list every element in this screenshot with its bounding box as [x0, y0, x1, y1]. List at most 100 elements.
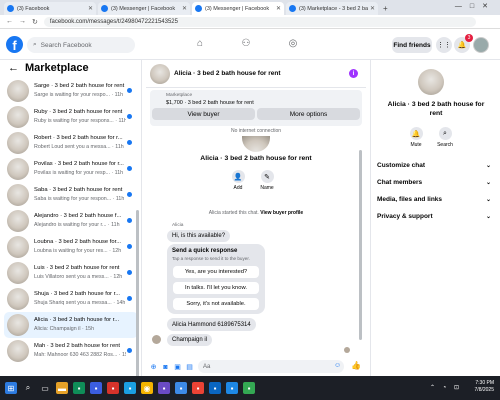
view-buyer-button[interactable]: View buyer — [152, 108, 255, 120]
close-tab-icon[interactable]: ✕ — [88, 5, 93, 12]
listing-thumbnail — [7, 106, 29, 128]
system-tray-icons[interactable]: ⌃ ◔ ⊡ — [430, 384, 462, 391]
window-controls[interactable]: —□✕ — [455, 2, 496, 10]
conversation-item-saba[interactable]: Saba · 3 bed 2 bath house for rent Saba i… — [4, 182, 138, 208]
plus-icon[interactable]: ⊕ — [149, 363, 158, 371]
conversation-item-povilas[interactable]: Povilas · 3 bed 2 bath house for r... Pov… — [4, 156, 138, 182]
sidebar-scrollbar[interactable] — [136, 210, 139, 376]
conversation-item-shuja[interactable]: Shuja · 3 bed 2 bath house for r... Shuja… — [4, 286, 138, 312]
app-icon[interactable]: ▪ — [73, 382, 85, 394]
info-icon[interactable]: i — [349, 69, 358, 78]
menu-media-files-links[interactable]: Media, files and links ⌄ — [377, 193, 491, 205]
menu-customize-chat[interactable]: Customize chat ⌄ — [377, 159, 491, 171]
unread-dot — [127, 140, 132, 145]
browser-tab-2[interactable]: (3) Messenger | Facebook ✕ — [98, 2, 190, 15]
app-icon[interactable]: ▪ — [209, 382, 221, 394]
conversation-item-luis[interactable]: Luis · 3 bed 2 bath house for rent Luis V… — [4, 260, 138, 286]
message-bubble: Alicia Hammond 6189675314 — [167, 318, 256, 331]
message-input[interactable]: Aa — [198, 360, 344, 373]
marketplace-sidebar: ← Marketplace Sarge · 3 bed 2 bath house … — [0, 60, 142, 376]
close-tab-icon[interactable]: ✕ — [276, 5, 281, 12]
search-action[interactable]: ⌕ Search — [434, 127, 456, 148]
address-bar: ← → ↻ facebook.com/messages/t/2498047222… — [0, 15, 500, 29]
app-icon[interactable]: ▪ — [90, 382, 102, 394]
conversation-item-alejandro[interactable]: Alejandro · 3 bed 2 bath house f... Aleja… — [4, 208, 138, 234]
windows-taskbar: ⊞ ⌕ ▭ ▬ ▪ ▪ ▪ ▪ ◉ ▪ ▪ ▪ ▪ ▪ ▪ ⌃ ◔ ⊡ 7:30… — [0, 376, 500, 400]
app-icon[interactable]: ▪ — [243, 382, 255, 394]
chrome-icon[interactable]: ◉ — [141, 382, 153, 394]
sender-name: Alicia — [172, 223, 184, 228]
gif-icon[interactable]: ▤ — [185, 363, 194, 371]
listing-thumbnail — [7, 80, 29, 102]
home-icon[interactable]: ⌂ — [193, 38, 207, 49]
find-friends-button[interactable]: Find friends — [392, 37, 432, 53]
forward-icon[interactable]: → — [19, 18, 26, 25]
name-action[interactable]: ✎ Name — [257, 170, 277, 191]
quick-response-card: Send a quick response Tap a response to … — [167, 244, 265, 314]
search-input[interactable]: ⌕ Search Facebook — [27, 37, 135, 53]
groups-icon[interactable]: ◎ — [286, 38, 300, 49]
facebook-header: f ⌕ Search Facebook ⌂ ⚇ ◎ Find friends ⋮⋮… — [0, 30, 500, 60]
browser-tab-3[interactable]: (3) Messenger | Facebook ✕ — [192, 2, 284, 15]
reload-icon[interactable]: ↻ — [32, 18, 38, 26]
app-icon[interactable]: ▪ — [124, 382, 136, 394]
chat-scrollbar[interactable] — [359, 150, 362, 340]
file-explorer-icon[interactable]: ▬ — [56, 382, 68, 394]
unread-dot — [127, 88, 132, 93]
camera-icon[interactable]: ◙ — [161, 364, 170, 371]
quick-response-button[interactable]: In talks. I'll let you know. — [173, 282, 259, 294]
emoji-icon[interactable]: ☺ — [334, 362, 341, 369]
chat-avatar[interactable] — [150, 64, 170, 84]
back-arrow-icon[interactable]: ← — [8, 62, 19, 74]
browser-tab-4[interactable]: (3) Marketplace - 3 bed 2 bath h✕ — [286, 2, 378, 15]
conversation-item-ruby[interactable]: Ruby · 3 bed 2 bath house for rent Ruby i… — [4, 104, 138, 130]
add-action[interactable]: 👤 Add — [228, 170, 248, 191]
start-menu-icon[interactable]: ⊞ — [5, 382, 17, 394]
conversation-item-mah[interactable]: Mah · 3 bed 2 bath house for rent Mah: Ma… — [4, 338, 138, 364]
app-icon[interactable]: ▪ — [107, 382, 119, 394]
listing-thumbnail — [7, 184, 29, 206]
menu-privacy-support[interactable]: Privacy & support ⌄ — [377, 210, 491, 222]
facebook-favicon-icon — [289, 5, 296, 12]
mute-action[interactable]: 🔔 Mute — [405, 127, 427, 148]
more-options-button[interactable]: More options — [257, 108, 360, 120]
unread-dot — [127, 270, 132, 275]
conversation-item-alicia[interactable]: Alicia · 3 bed 2 bath house for r... Alic… — [4, 312, 138, 338]
chat-profile-title: Alicia · 3 bed 2 bath house for rent — [200, 155, 312, 162]
conversation-item-sarge[interactable]: Sarge · 3 bed 2 bath house for rent Sarge… — [4, 78, 138, 104]
quick-response-button[interactable]: Yes, are you interested? — [173, 266, 259, 278]
close-tab-icon[interactable]: ✕ — [370, 5, 375, 12]
browser-tab-1[interactable]: (3) Facebook ✕ — [4, 2, 96, 15]
unread-dot — [127, 296, 132, 301]
browser-tab-bar: (3) Facebook ✕ (3) Messenger | Facebook ✕ … — [0, 0, 500, 15]
conversation-item-robert[interactable]: Robert · 3 bed 2 bath house for r... Robe… — [4, 130, 138, 156]
search-icon[interactable]: ⌕ — [22, 382, 34, 394]
listing-thumbnail — [7, 236, 29, 258]
clock[interactable]: 7:30 PM 7/8/2025 — [475, 380, 494, 394]
new-tab-icon[interactable]: + — [383, 2, 388, 15]
menu-chat-members[interactable]: Chat members ⌄ — [377, 176, 491, 188]
quick-response-button[interactable]: Sorry, it's not available. — [173, 298, 259, 310]
conversation-item-loubna[interactable]: Loubna · 3 bed 2 bath house for... Loubna… — [4, 234, 138, 260]
close-tab-icon[interactable]: ✕ — [182, 5, 187, 12]
conversation-list: Sarge · 3 bed 2 bath house for rent Sarge… — [0, 78, 141, 364]
unread-dot — [127, 114, 132, 119]
menu-grid-icon[interactable]: ⋮⋮ — [436, 37, 452, 53]
message-composer: ⊕ ◙ ▣ ▤ Aa ☺ 👍 — [146, 358, 366, 376]
app-icon[interactable]: ▪ — [226, 382, 238, 394]
back-icon[interactable]: ← — [6, 18, 13, 25]
profile-avatar[interactable] — [473, 37, 489, 53]
app-icon[interactable]: ▪ — [192, 382, 204, 394]
facebook-favicon-icon — [7, 5, 14, 12]
details-panel: Alicia · 3 bed 2 bath house for rent 🔔 Mu… — [370, 60, 500, 376]
facebook-logo[interactable]: f — [6, 36, 23, 53]
chat-title[interactable]: Alicia · 3 bed 2 bath house for rent — [174, 70, 281, 77]
friends-icon[interactable]: ⚇ — [239, 38, 253, 49]
url-input[interactable]: facebook.com/messages/t/2498047222154352… — [43, 16, 476, 27]
view-buyer-profile-link[interactable]: View buyer profile — [260, 210, 303, 216]
thumbs-up-icon[interactable]: 👍 — [351, 361, 361, 370]
image-icon[interactable]: ▣ — [173, 363, 182, 371]
task-view-icon[interactable]: ▭ — [39, 382, 51, 394]
app-icon[interactable]: ▪ — [175, 382, 187, 394]
app-icon[interactable]: ▪ — [158, 382, 170, 394]
